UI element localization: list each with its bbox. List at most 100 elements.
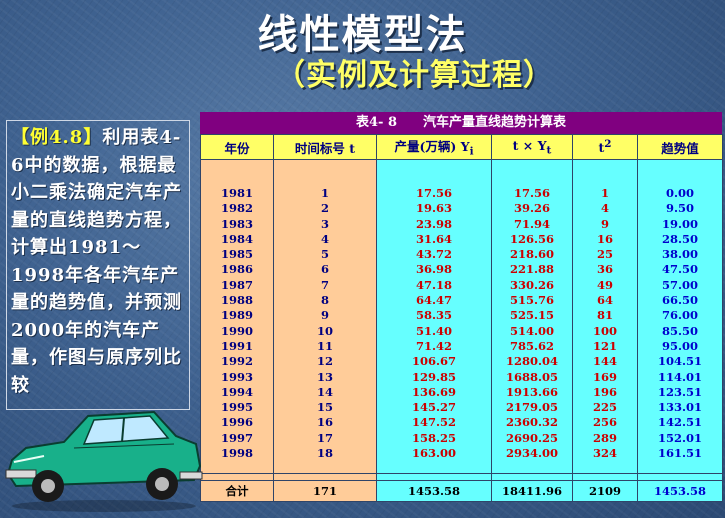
table-cell: 51.40 [415, 323, 452, 338]
total-t: 171 [273, 480, 377, 502]
example-label: 【例4.8】 [11, 127, 103, 148]
table-cell: 1 [600, 186, 609, 200]
table-data-row: 1981 1982 1983 1984 1985 1986 1987 1988 1989 1990… [200, 159, 723, 474]
column-y: 17.56 19.63 23.98 31.64 43.72 36.98 47.18 64.47… [376, 159, 492, 474]
table-cell: 2360.32 [505, 415, 558, 430]
table-cell: 17.56 [415, 186, 452, 200]
table-cell: 3 [320, 216, 329, 231]
table-cell: 144 [592, 354, 617, 369]
table-cell: 1997 [220, 430, 253, 445]
table-cell: 39.26 [513, 201, 550, 216]
table-cell: 225 [592, 400, 617, 415]
table-cell: 36.98 [415, 262, 452, 277]
table-cell: 4 [320, 231, 329, 246]
table-cell: 104.51 [657, 354, 702, 369]
table-cell: 515.76 [509, 293, 554, 308]
header-t2: t2 [572, 134, 638, 160]
table-cell: 121 [592, 338, 617, 353]
table-cell: 196 [592, 384, 617, 399]
table-cell: 31.64 [415, 231, 452, 246]
table-cell: 136.69 [411, 384, 456, 399]
table-header-row: 年份 时间标号 t 产量(万辆) Yi t × Yt t2 趋势值 [200, 134, 723, 160]
table-cell: 2179.05 [505, 400, 558, 415]
table-cell: 0.00 [665, 186, 694, 200]
table-cell: 100 [592, 323, 617, 338]
table-cell: 2934.00 [505, 446, 558, 461]
example-text: 利用表4-6中的数据，根据最小二乘法确定汽车产量的直线趋势方程，计算出1981～… [11, 127, 182, 396]
table-cell: 4 [600, 201, 609, 216]
table-cell: 2690.25 [505, 430, 558, 445]
total-t2: 2109 [572, 480, 638, 502]
table-cell: 1688.05 [505, 369, 558, 384]
table-cell: 525.15 [509, 308, 554, 323]
table-cell: 126.56 [509, 231, 554, 246]
table-cell: 18 [316, 446, 333, 461]
table-cell: 1988 [220, 293, 253, 308]
table-cell: 8 [320, 293, 329, 308]
column-t2: 1 4 9 16 25 36 49 64 81 100 121 144 169 196 225 256 289 3… [572, 159, 638, 474]
table-cell: 169 [592, 369, 617, 384]
column-t: 1 2 3 4 5 6 7 8 9 10 11 12 13 14 15 16 17 18 [273, 159, 377, 474]
table-cell: 19.00 [661, 216, 698, 231]
table-cell: 289 [592, 430, 617, 445]
table-cell: 1913.66 [505, 384, 558, 399]
table-cell: 7 [320, 277, 329, 292]
table-cell: 123.51 [657, 384, 702, 399]
table-cell: 76.00 [661, 308, 698, 323]
table-cell: 1995 [220, 400, 253, 415]
table-cell: 25 [596, 247, 613, 262]
table-cell: 14 [316, 384, 333, 399]
table-cell: 785.62 [509, 338, 554, 353]
total-label: 合计 [200, 480, 274, 502]
table-cell: 147.52 [411, 415, 456, 430]
table-cell: 1990 [220, 323, 253, 338]
table-cell: 17.56 [513, 186, 550, 200]
car-illustration [5, 410, 203, 512]
table-cell: 158.25 [411, 430, 456, 445]
table-separator [200, 473, 723, 481]
table-cell: 95.00 [661, 338, 698, 353]
table-cell: 256 [592, 415, 617, 430]
table-cell: 43.72 [415, 247, 452, 262]
table-cell: 47.50 [661, 262, 698, 277]
table-cell: 9 [600, 216, 609, 231]
table-cell: 28.50 [661, 231, 698, 246]
table-cell: 85.50 [661, 323, 698, 338]
table-cell: 11 [316, 338, 333, 353]
slide-subtitle: （实例及计算过程） [275, 58, 554, 93]
table-cell: 19.63 [415, 201, 452, 216]
table-cell: 1280.04 [505, 354, 558, 369]
table-cell: 36 [596, 262, 613, 277]
column-ty: 17.56 39.26 71.94 126.56 218.60 221.88 330.26 5… [491, 159, 573, 474]
table-cell: 1994 [220, 384, 253, 399]
table-cell: 15 [316, 400, 333, 415]
table-cell: 330.26 [509, 277, 554, 292]
table-cell: 1996 [220, 415, 253, 430]
table-cell: 17 [316, 430, 333, 445]
table-cell: 114.01 [657, 369, 702, 384]
table-cell: 324 [592, 446, 617, 461]
table-cell: 106.67 [411, 354, 456, 369]
table-cell: 161.51 [657, 446, 702, 461]
table-cell: 10 [316, 323, 333, 338]
table-cell: 514.00 [509, 323, 554, 338]
table-cell: 1992 [220, 354, 253, 369]
total-ty: 18411.96 [491, 480, 573, 502]
column-trend: 0.00 9.50 19.00 28.50 38.00 47.50 57.00 66.50 76… [637, 159, 723, 474]
table-cell: 152.01 [657, 430, 702, 445]
table-cell: 1991 [220, 338, 253, 353]
table-cell: 12 [316, 354, 333, 369]
table-cell: 16 [596, 231, 613, 246]
table-cell: 221.88 [509, 262, 554, 277]
table-cell: 71.94 [513, 216, 550, 231]
table-total-row: 合计 171 1453.58 18411.96 2109 1453.58 [200, 480, 723, 502]
table-cell: 5 [320, 247, 329, 262]
table-cell: 1983 [220, 216, 253, 231]
table-cell: 71.42 [415, 338, 452, 353]
table-cell: 57.00 [661, 277, 698, 292]
example-text-box: 【例4.8】利用表4-6中的数据，根据最小二乘法确定汽车产量的直线趋势方程，计算… [6, 120, 190, 410]
table-cell: 1 [320, 186, 329, 200]
table-cell: 9 [320, 308, 329, 323]
table-cell: 1984 [220, 231, 253, 246]
trend-calculation-table: 表4- 8 汽车产量直线趋势计算表 年份 时间标号 t 产量(万辆) Yi t … [200, 112, 723, 502]
